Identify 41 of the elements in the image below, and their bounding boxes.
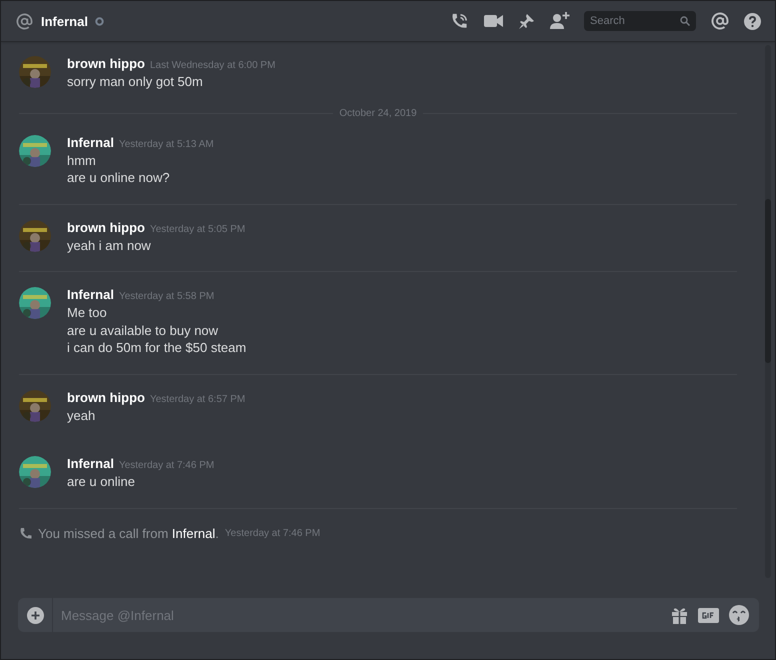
author-name[interactable]: brown hippo (67, 56, 145, 71)
author-name[interactable]: Infernal (67, 456, 114, 471)
search-field[interactable]: Search (584, 11, 696, 31)
author-name[interactable]: brown hippo (67, 220, 145, 234)
help-icon[interactable] (744, 12, 761, 30)
at-sign-icon (16, 12, 33, 30)
timestamp: Yesterday at 5:05 PM (150, 224, 246, 234)
mention-icon[interactable] (711, 12, 729, 30)
pin-icon[interactable] (518, 12, 535, 30)
timestamp: Yesterday at 6:57 PM (150, 394, 246, 404)
message-text: yeah i am now (67, 236, 152, 254)
timestamp: Yesterday at 5:13 AM (118, 138, 214, 150)
search-icon (680, 16, 690, 26)
add-friend-icon[interactable] (550, 12, 570, 30)
message-text: sorry man only got 50m (67, 73, 204, 90)
missed-call-text: You missed a call from Infernal. (38, 526, 219, 540)
status-icon (94, 16, 104, 26)
video-icon[interactable] (484, 14, 503, 28)
message-text: yeah (67, 406, 96, 424)
emoji-icon[interactable] (729, 605, 749, 625)
message-text: are u online now? (67, 169, 171, 186)
message-text: hmm (67, 152, 97, 169)
message-text: Me too (67, 304, 108, 322)
author-name[interactable]: brown hippo (67, 390, 145, 404)
date-divider: October 24, 2019 (338, 108, 418, 119)
timestamp: Last Wednesday at 6:00 PM (150, 60, 276, 71)
timestamp: Yesterday at 5:58 PM (118, 291, 214, 302)
message-text: are u online (67, 473, 136, 490)
phone-icon (19, 526, 32, 540)
author-name[interactable]: Infernal (67, 287, 114, 302)
gif-icon[interactable] (698, 608, 719, 622)
scrollbar[interactable] (765, 45, 771, 578)
call-icon[interactable] (450, 12, 469, 30)
channel-title: Infernal (41, 14, 88, 28)
author-name[interactable]: Infernal (67, 134, 114, 150)
timestamp: Yesterday at 7:46 PM (224, 528, 320, 538)
message-text: i can do 50m for the $50 steam (67, 339, 246, 356)
plus-icon (26, 606, 44, 624)
gift-icon[interactable] (671, 606, 688, 624)
message-text: are u available to buy now (67, 322, 220, 339)
timestamp: Yesterday at 7:46 PM (118, 460, 214, 471)
